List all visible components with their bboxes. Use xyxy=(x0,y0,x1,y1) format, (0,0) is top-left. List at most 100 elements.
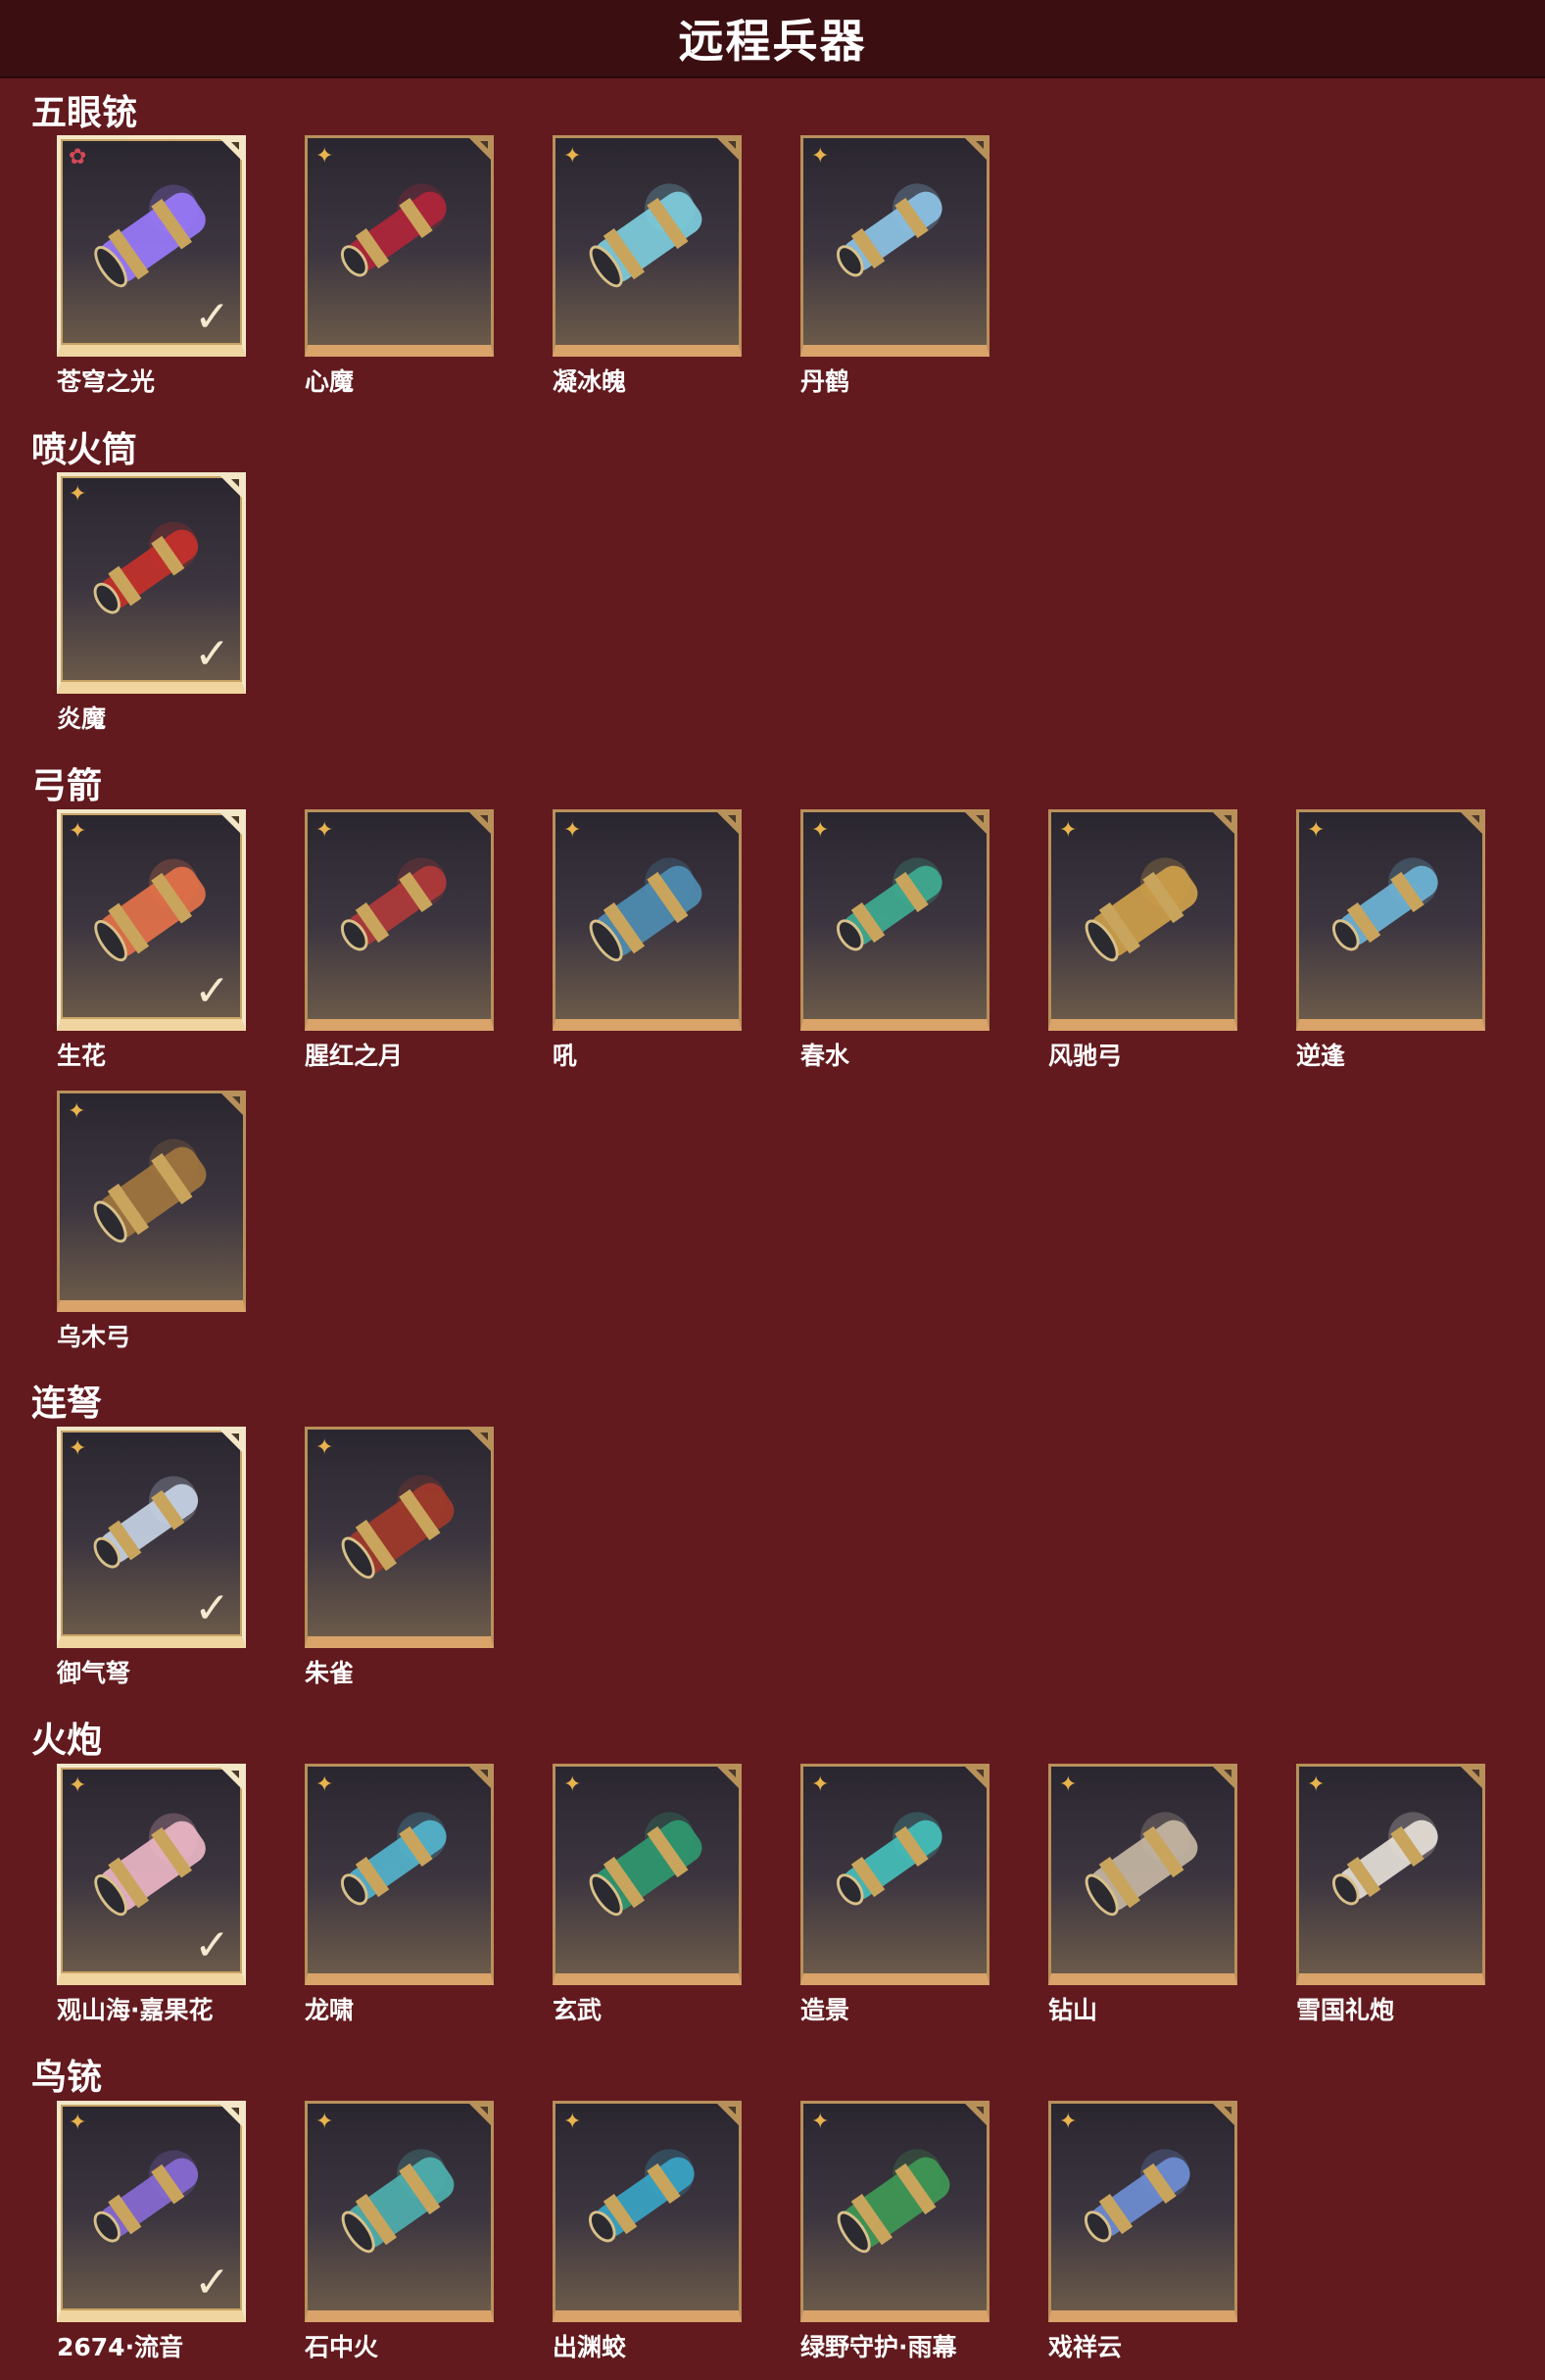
weapon-name: 石中火 xyxy=(305,2333,379,2361)
weapon-card[interactable]: ✦ 逆逢 xyxy=(1296,809,1485,1072)
weapon-name: 戏祥云 xyxy=(1048,2333,1123,2361)
weapon-thumbnail[interactable]: ✦ xyxy=(1048,809,1237,1031)
section-title: 连弩 xyxy=(31,1384,103,1424)
weapon-card[interactable]: ✦ 乌木弓 xyxy=(57,1091,246,1353)
weapon-name: 逆逢 xyxy=(1296,1042,1346,1070)
weapon-thumbnail[interactable]: ✦ xyxy=(553,809,742,1031)
weapon-card[interactable]: ✦ 丹鹤 xyxy=(800,135,990,398)
weapon-card[interactable]: ✦ 钻山 xyxy=(1048,1764,1237,2026)
section-title: 五眼铳 xyxy=(31,93,138,133)
weapon-card[interactable]: ✦ ✓ 御气弩 xyxy=(57,1427,246,1689)
rarity-icon: ✦ xyxy=(563,1773,582,1797)
rarity-icon: ✦ xyxy=(69,1773,87,1798)
checkmark-icon: ✓ xyxy=(194,1920,230,1970)
weapon-name: 春水 xyxy=(800,1042,850,1070)
weapon-art xyxy=(836,857,942,951)
weapon-thumbnail[interactable]: ✦ ✓ xyxy=(57,1427,246,1648)
weapon-card[interactable]: ✿ ✓ 苍穹之光 xyxy=(57,135,246,398)
weapon-thumbnail[interactable]: ✿ ✓ xyxy=(57,135,246,357)
weapon-thumbnail[interactable]: ✦ xyxy=(1048,1764,1237,1985)
weapon-name: 苍穹之光 xyxy=(57,367,156,396)
weapon-art xyxy=(340,183,447,277)
rarity-icon: ✦ xyxy=(811,144,830,169)
weapon-thumbnail[interactable]: ✦ xyxy=(57,1091,246,1312)
weapon-thumbnail[interactable]: ✦ ✓ xyxy=(57,1764,246,1985)
weapon-name: 吼 xyxy=(553,1042,578,1070)
weapon-thumbnail[interactable]: ✦ ✓ xyxy=(57,809,246,1031)
rarity-icon: ✦ xyxy=(69,1436,87,1461)
weapon-thumbnail[interactable]: ✦ xyxy=(1296,809,1485,1031)
section-title: 鸟铳 xyxy=(31,2058,103,2098)
weapon-name: 造景 xyxy=(800,1996,850,2024)
section-title: 喷火筒 xyxy=(31,430,138,470)
weapon-card[interactable]: ✦ 戏祥云 xyxy=(1048,2101,1237,2363)
checkmark-icon: ✓ xyxy=(194,292,230,342)
weapon-thumbnail[interactable]: ✦ xyxy=(305,135,494,357)
weapon-card[interactable]: ✦ ✓ 观山海·嘉果花 xyxy=(57,1764,246,2026)
weapon-thumbnail[interactable]: ✦ xyxy=(305,1427,494,1648)
weapon-thumbnail[interactable]: ✦ xyxy=(553,1764,742,1985)
weapon-art xyxy=(341,1475,455,1579)
weapon-art xyxy=(836,1812,942,1906)
weapon-card[interactable]: ✦ ✓ 2674·流音 xyxy=(57,2101,246,2363)
weapon-art xyxy=(341,2149,455,2254)
rarity-icon: ✦ xyxy=(1307,1773,1326,1797)
weapon-thumbnail[interactable]: ✦ ✓ xyxy=(57,2101,246,2322)
weapon-card[interactable]: ✦ 雪国礼炮 xyxy=(1296,1764,1485,2026)
weapon-card[interactable]: ✦ 凝冰魄 xyxy=(553,135,742,398)
weapon-name: 御气弩 xyxy=(57,1659,131,1687)
page-title: 远程兵器 xyxy=(678,15,867,68)
section-title: 弓箭 xyxy=(31,766,103,806)
weapon-card[interactable]: ✦ 绿野守护·雨幕 xyxy=(800,2101,990,2363)
weapon-name: 腥红之月 xyxy=(305,1042,404,1070)
weapon-name: 雪国礼炮 xyxy=(1296,1996,1395,2024)
weapon-art xyxy=(1085,1812,1198,1917)
weapon-name: 钻山 xyxy=(1048,1996,1098,2024)
weapon-thumbnail[interactable]: ✦ xyxy=(1048,2101,1237,2322)
rarity-icon: ✦ xyxy=(315,2110,334,2134)
weapon-thumbnail[interactable]: ✦ xyxy=(305,809,494,1031)
weapon-card[interactable]: ✦ 春水 xyxy=(800,809,990,1072)
weapon-thumbnail[interactable]: ✦ xyxy=(305,2101,494,2322)
weapon-name: 炎魔 xyxy=(57,704,107,733)
rarity-icon: ✦ xyxy=(1059,818,1078,843)
weapon-thumbnail[interactable]: ✦ xyxy=(553,135,742,357)
weapon-card[interactable]: ✦ ✓ 生花 xyxy=(57,809,246,1072)
weapon-thumbnail[interactable]: ✦ xyxy=(305,1764,494,1985)
weapon-card[interactable]: ✦ 出渊蛟 xyxy=(553,2101,742,2363)
weapon-thumbnail[interactable]: ✦ xyxy=(1296,1764,1485,1985)
weapon-card[interactable]: ✦ 玄武 xyxy=(553,1764,742,2026)
weapon-name: 朱雀 xyxy=(305,1659,355,1687)
rarity-icon: ✿ xyxy=(69,145,87,170)
checkmark-icon: ✓ xyxy=(194,1583,230,1633)
rarity-icon: ✦ xyxy=(1059,2110,1078,2134)
rarity-icon: ✦ xyxy=(69,482,87,507)
weapon-thumbnail[interactable]: ✦ xyxy=(800,809,990,1031)
weapon-name: 心魔 xyxy=(305,367,355,396)
rarity-icon: ✦ xyxy=(69,2111,87,2135)
weapon-card[interactable]: ✦ ✓ 炎魔 xyxy=(57,472,246,735)
weapon-card[interactable]: ✦ 朱雀 xyxy=(305,1427,494,1689)
weapon-name: 丹鹤 xyxy=(800,367,850,396)
weapon-thumbnail[interactable]: ✦ xyxy=(800,2101,990,2322)
weapon-card[interactable]: ✦ 风驰弓 xyxy=(1048,809,1237,1072)
weapon-thumbnail[interactable]: ✦ xyxy=(553,2101,742,2322)
checkmark-icon: ✓ xyxy=(194,2258,230,2307)
rarity-icon: ✦ xyxy=(68,1099,86,1124)
rarity-icon: ✦ xyxy=(563,144,582,169)
weapon-card[interactable]: ✦ 造景 xyxy=(800,1764,990,2026)
weapon-thumbnail[interactable]: ✦ xyxy=(800,135,990,357)
weapon-thumbnail[interactable]: ✦ ✓ xyxy=(57,472,246,694)
weapon-card[interactable]: ✦ 心魔 xyxy=(305,135,494,398)
weapon-art xyxy=(1331,1812,1438,1906)
page-header: 远程兵器 xyxy=(0,0,1545,78)
weapon-card[interactable]: ✦ 龙啸 xyxy=(305,1764,494,2026)
weapon-card[interactable]: ✦ 腥红之月 xyxy=(305,809,494,1072)
weapon-art xyxy=(836,183,942,277)
weapon-card[interactable]: ✦ 石中火 xyxy=(305,2101,494,2363)
weapon-art xyxy=(340,857,447,951)
weapon-name: 凝冰魄 xyxy=(553,367,627,396)
section-title: 火炮 xyxy=(31,1721,103,1761)
weapon-thumbnail[interactable]: ✦ xyxy=(800,1764,990,1985)
weapon-card[interactable]: ✦ 吼 xyxy=(553,809,742,1072)
